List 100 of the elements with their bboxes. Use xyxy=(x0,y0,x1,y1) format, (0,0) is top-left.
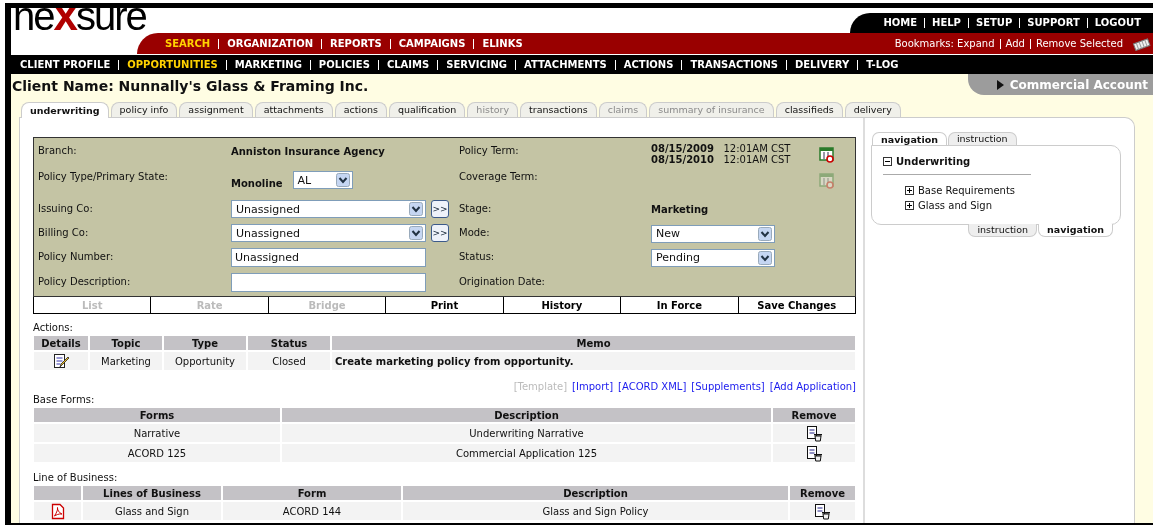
bookmark-link[interactable]: Remove Selected xyxy=(1029,38,1128,49)
link[interactable]: [Supplements] xyxy=(691,381,765,393)
dropdown[interactable]: Pending xyxy=(651,248,775,267)
field-label: Coverage Term: xyxy=(458,171,539,182)
table-cell: Underwriting Narrative xyxy=(282,424,771,442)
menu-item[interactable]: POLICIES xyxy=(309,59,378,70)
nav-link[interactable]: SETUP xyxy=(967,18,1020,28)
column-header: Details xyxy=(34,336,88,350)
menu-item[interactable]: CLIENT PROFILE xyxy=(12,59,119,70)
link[interactable]: [Import] xyxy=(572,381,614,393)
bookmark-link[interactable]: Add xyxy=(999,38,1030,49)
chevron-down-icon xyxy=(758,250,772,265)
tab[interactable]: underwriting xyxy=(21,102,109,118)
tab[interactable]: actions xyxy=(334,102,387,117)
column-header: Description xyxy=(282,408,771,422)
nav-link[interactable]: SUPPORT xyxy=(1019,18,1087,28)
menu-item[interactable]: DELIVERY xyxy=(785,59,858,70)
tab[interactable]: navigation xyxy=(1038,224,1113,237)
link[interactable]: [ACORD XML] xyxy=(618,381,687,393)
remove-document-icon[interactable] xyxy=(805,424,823,442)
field-value: Monoline xyxy=(231,177,283,189)
column-header: Form xyxy=(223,486,401,500)
menu-item[interactable]: CLAIMS xyxy=(377,59,438,70)
field-label: Status: xyxy=(458,251,496,262)
go-button[interactable]: >> xyxy=(431,224,449,242)
tree-item[interactable]: Underwriting xyxy=(896,156,971,167)
field-label: Issuing Co: xyxy=(37,203,94,214)
table-cell: ACORD 144 xyxy=(223,502,401,520)
menu-item[interactable]: ATTACHMENTS xyxy=(515,59,615,70)
menu-item[interactable]: SERVICING xyxy=(437,59,516,70)
field-value: Marketing xyxy=(651,203,709,215)
menu-item[interactable]: ORGANIZATION xyxy=(218,38,322,49)
go-button[interactable]: >> xyxy=(431,200,449,218)
menu-item[interactable]: T-LOG xyxy=(857,59,907,70)
menu-item[interactable]: REPORTS xyxy=(321,38,390,49)
menu-item[interactable]: CAMPAIGNS xyxy=(389,38,474,49)
chevron-down-icon xyxy=(758,226,772,241)
triangle-icon xyxy=(996,79,1004,90)
tab[interactable]: delivery xyxy=(844,102,901,117)
column-header: Remove xyxy=(773,408,855,422)
column-header: Forms xyxy=(34,408,280,422)
tab[interactable]: instruction xyxy=(968,224,1038,237)
nav-link[interactable]: HELP xyxy=(924,18,968,28)
column-header: Topic xyxy=(90,336,162,350)
tab[interactable]: classifieds xyxy=(775,102,843,117)
link[interactable]: [Add Application] xyxy=(769,381,856,393)
dropdown[interactable]: New xyxy=(651,224,775,243)
field-value: Anniston Insurance Agency xyxy=(231,145,385,157)
input-field[interactable] xyxy=(231,272,426,292)
field-label: Policy Number: xyxy=(37,251,115,262)
collapse-icon[interactable] xyxy=(883,157,892,166)
column-header: Description xyxy=(403,486,788,500)
tab[interactable]: policy info xyxy=(110,102,178,117)
expand-icon[interactable] xyxy=(905,201,914,210)
nav-link[interactable]: LOGOUT xyxy=(1086,18,1148,28)
menu-item[interactable]: ELINKS xyxy=(473,38,531,49)
menu-item[interactable]: SEARCH xyxy=(157,38,219,49)
menu-item[interactable]: TRANSACTIONS xyxy=(681,59,786,70)
pdf-file-icon[interactable] xyxy=(50,502,65,520)
tab[interactable]: transactions xyxy=(520,102,597,117)
menu-item[interactable]: MARKETING xyxy=(225,59,310,70)
table-cell: Create marketing policy from opportunity. xyxy=(332,352,855,370)
bookmark-link[interactable]: Bookmarks: Expand xyxy=(889,38,1000,49)
company-dropdown[interactable]: Unassigned xyxy=(231,200,426,218)
column-header: Memo xyxy=(332,336,855,350)
table-cell: Glass and Sign xyxy=(83,502,221,520)
field-label: Billing Co: xyxy=(37,227,90,238)
tab[interactable]: qualification xyxy=(388,102,466,117)
state-dropdown[interactable]: AL xyxy=(292,171,353,189)
chevron-down-icon xyxy=(409,202,423,216)
tab[interactable]: instruction xyxy=(947,132,1017,145)
company-dropdown[interactable]: Unassigned xyxy=(231,224,426,242)
tab[interactable]: navigation xyxy=(872,132,947,146)
bookmarks-icon[interactable] xyxy=(1132,36,1152,51)
nav-link[interactable]: HOME xyxy=(876,18,925,28)
field-label: Policy Term: xyxy=(458,145,520,156)
edit-notes-icon[interactable] xyxy=(52,352,70,370)
chevron-down-icon xyxy=(335,173,350,187)
column-header: Remove xyxy=(790,486,855,500)
remove-document-icon[interactable] xyxy=(814,502,831,520)
table-cell: Closed xyxy=(248,352,330,370)
tab[interactable]: assignment xyxy=(179,102,253,117)
tab[interactable]: attachments xyxy=(254,102,333,117)
input-field[interactable]: Unassigned xyxy=(231,247,426,267)
client-name: Client Name: Nunnally's Glass & Framing Inc. xyxy=(12,78,369,94)
field-label: Branch: xyxy=(37,145,78,156)
tree-item[interactable]: Base Requirements xyxy=(918,183,1016,198)
table-cell: ACORD 125 xyxy=(34,444,280,462)
field-label: Stage: xyxy=(458,203,493,214)
calendar-icon[interactable] xyxy=(819,146,835,163)
expand-icon[interactable] xyxy=(905,186,914,195)
menu-item[interactable]: ACTIONS xyxy=(614,59,682,70)
date-time: 08/15/2009 12:01AM CST xyxy=(651,143,791,154)
remove-document-icon[interactable] xyxy=(805,444,823,462)
table-cell: Narrative xyxy=(34,424,280,442)
tree-item[interactable]: Glass and Sign xyxy=(918,198,993,213)
field-label: Mode: xyxy=(458,227,491,238)
column-header: Status xyxy=(248,336,330,350)
menu-item[interactable]: OPPORTUNITIES xyxy=(118,59,226,70)
chevron-down-icon xyxy=(409,226,423,240)
